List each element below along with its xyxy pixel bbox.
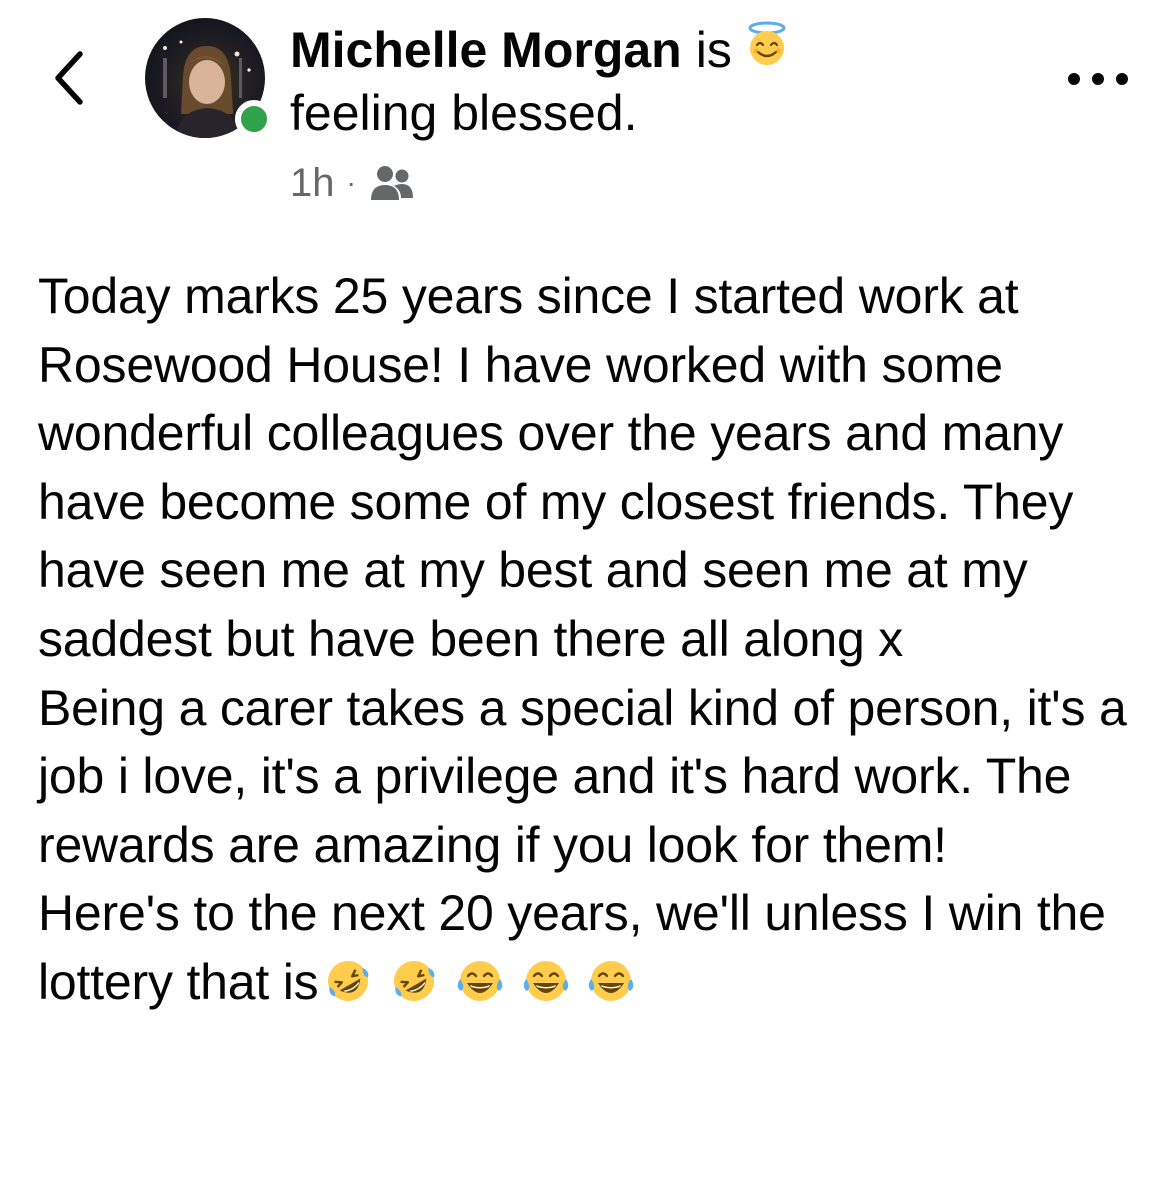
back-button[interactable] [50,48,90,108]
more-options-icon [1068,73,1080,85]
smiling-face-with-halo-icon [742,18,792,81]
rolling-on-floor-laughing-icon [394,960,435,1001]
feeling-text: feeling blessed. [290,85,638,141]
profile-avatar[interactable] [145,18,273,140]
closing-emoji-row [324,954,639,1023]
more-options-dot [1092,73,1104,85]
status-verb: is [695,21,732,78]
post-paragraph: Today marks 25 years since I started wor… [38,268,1074,667]
rolling-on-floor-laughing-icon [328,960,369,1001]
more-options-dot [1116,73,1128,85]
post-header: Michelle Morgan is feeling blessed. [290,18,890,143]
post-body: Today marks 25 years since I started wor… [38,262,1138,1023]
friends-icon[interactable] [368,163,416,203]
post-meta: 1h · [290,158,416,208]
online-status-indicator [235,100,273,138]
face-with-tears-of-joy-icon [523,960,568,1001]
face-with-tears-of-joy-icon [588,960,634,1001]
face-with-tears-of-joy-icon [457,960,503,1001]
post-paragraph-last: Here's to the next 20 years, we'll unles… [38,879,1138,1022]
post-paragraph: Being a carer takes a special kind of pe… [38,679,1127,873]
author-name[interactable]: Michelle Morgan [290,20,682,80]
chevron-left-icon [55,51,83,105]
timestamp[interactable]: 1h [290,158,335,208]
more-options-button[interactable] [1068,64,1128,94]
separator: · [346,167,356,198]
